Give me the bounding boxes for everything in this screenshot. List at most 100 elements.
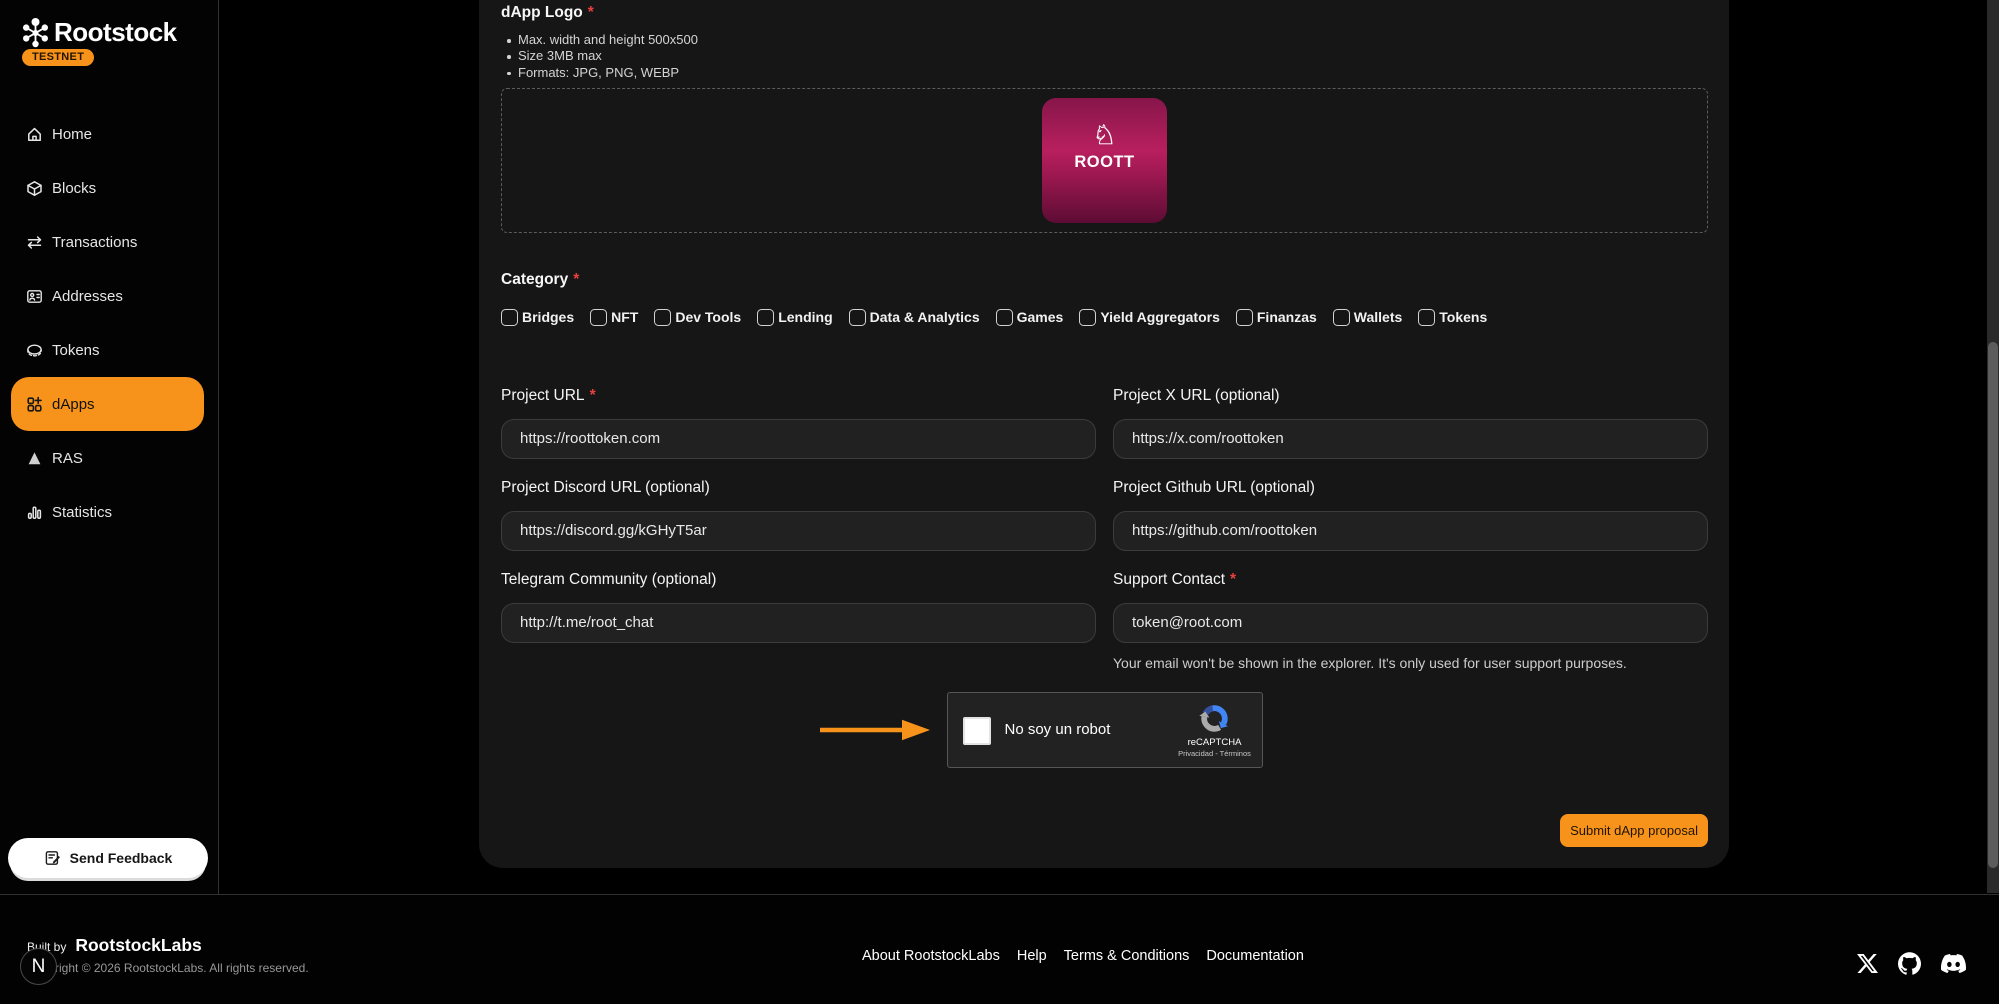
checkbox[interactable] [1079,309,1096,326]
category-option-lending[interactable]: Lending [757,309,832,326]
github-icon[interactable] [1898,952,1921,975]
addresses-icon [26,288,43,305]
submit-row: Submit dApp proposal [501,814,1708,847]
sidebar-item-label: Statistics [52,504,112,521]
dapp-logo-section: dApp Logo * Max. width and height 500x50… [501,4,1708,233]
send-feedback-label: Send Feedback [70,850,173,866]
project-github-url-input[interactable] [1113,511,1708,551]
knight-icon: ♘ [1092,122,1116,149]
dapps-icon [26,396,43,413]
scrollbar-track[interactable] [1987,0,1999,893]
submit-dapp-proposal-button[interactable]: Submit dApp proposal [1560,814,1708,847]
category-option-dev-tools[interactable]: Dev Tools [654,309,741,326]
tokens-icon [26,342,43,359]
sidebar-item-transactions[interactable]: Transactions [11,215,204,269]
checkbox[interactable] [849,309,866,326]
sidebar-item-label: dApps [52,396,95,413]
x-icon[interactable] [1857,953,1878,974]
project-discord-url-input[interactable] [501,511,1096,551]
checkbox[interactable] [1236,309,1253,326]
project-github-url-label: Project Github URL (optional) [1113,479,1708,496]
page: Rootstock TESTNET Home Blocks [0,0,1999,1004]
footer-brand-block: Built by RootstockLabs Copyright © 2026 … [27,935,309,975]
checkbox[interactable] [996,309,1013,326]
brand[interactable]: Rootstock [22,17,177,48]
telegram-community-field: Telegram Community (optional) [501,571,1096,672]
footer-social-icons [1857,951,1966,976]
sidebar-item-blocks[interactable]: Blocks [11,161,204,215]
sidebar-item-addresses[interactable]: Addresses [11,269,204,323]
footer-link-about[interactable]: About RootstockLabs [862,948,1000,964]
feedback-icon [44,849,62,867]
project-url-label: Project URL * [501,387,1096,404]
required-asterisk: * [573,271,579,288]
category-option-yield-aggregators[interactable]: Yield Aggregators [1079,309,1220,326]
project-github-url-field: Project Github URL (optional) [1113,479,1708,551]
checkbox[interactable] [757,309,774,326]
telegram-community-label: Telegram Community (optional) [501,571,1096,588]
checkbox-label: Finanzas [1257,309,1317,325]
checkbox-label: Games [1017,309,1064,325]
sidebar: Rootstock TESTNET Home Blocks [0,0,219,894]
sidebar-item-statistics[interactable]: Statistics [11,485,204,539]
footer-link-documentation[interactable]: Documentation [1206,948,1304,964]
nextjs-dev-badge[interactable]: N [20,948,57,985]
checkbox[interactable] [1418,309,1435,326]
dapp-logo-preview: ♘ ROOTT [1042,98,1167,223]
footer-link-terms[interactable]: Terms & Conditions [1064,948,1190,964]
sidebar-item-dapps[interactable]: dApps [11,377,204,431]
checkbox[interactable] [654,309,671,326]
category-option-wallets[interactable]: Wallets [1333,309,1403,326]
recaptcha-logo-icon [1198,702,1231,735]
checkbox-label: Yield Aggregators [1100,309,1220,325]
scrollbar-thumb[interactable] [1988,342,1998,868]
sidebar-item-home[interactable]: Home [11,107,204,161]
checkbox[interactable] [590,309,607,326]
field-label-text: Telegram Community (optional) [501,571,716,588]
copyright-text: Copyright © 2026 RootstockLabs. All righ… [27,961,309,975]
telegram-community-input[interactable] [501,603,1096,643]
sidebar-item-label: Transactions [52,234,137,251]
support-contact-note: Your email won't be shown in the explore… [1113,655,1708,672]
category-label: Category * [501,271,1708,288]
required-asterisk: * [1230,571,1236,588]
category-option-bridges[interactable]: Bridges [501,309,574,326]
project-url-input[interactable] [501,419,1096,459]
statistics-icon [26,504,43,521]
checkbox-label: NFT [611,309,638,325]
field-label-text: Support Contact [1113,571,1225,588]
project-x-url-field: Project X URL (optional) [1113,387,1708,459]
rootstocklabs-name[interactable]: RootstockLabs [75,935,201,956]
project-x-url-input[interactable] [1113,419,1708,459]
logo-upload-dropzone[interactable]: ♘ ROOTT [501,88,1708,233]
category-option-tokens[interactable]: Tokens [1418,309,1487,326]
send-feedback-button[interactable]: Send Feedback [8,838,208,878]
project-discord-url-field: Project Discord URL (optional) [501,479,1096,551]
required-asterisk: * [590,387,596,404]
dapp-logo-label: dApp Logo * [501,4,1708,21]
support-contact-input[interactable] [1113,603,1708,643]
sidebar-item-ras[interactable]: RAS [11,431,204,485]
category-option-games[interactable]: Games [996,309,1064,326]
recaptcha-brand-text: reCAPTCHA [1188,737,1242,748]
footer-link-help[interactable]: Help [1017,948,1047,964]
category-option-data-analytics[interactable]: Data & Analytics [849,309,980,326]
arrow-annotation-icon [820,719,930,741]
project-url-field: Project URL * [501,387,1096,459]
recaptcha-checkbox[interactable] [963,717,991,745]
checkbox[interactable] [1333,309,1350,326]
recaptcha-branding: reCAPTCHA Privacidad - Términos [1173,702,1257,758]
category-options: Bridges NFT Dev Tools Lending Data & Ana… [501,309,1708,326]
discord-icon[interactable] [1941,951,1966,976]
logo-requirement: Formats: JPG, PNG, WEBP [501,65,1708,81]
field-label-text: Project Discord URL (optional) [501,479,710,496]
project-x-url-label: Project X URL (optional) [1113,387,1708,404]
checkbox[interactable] [501,309,518,326]
field-label-text: Project Github URL (optional) [1113,479,1315,496]
category-option-finanzas[interactable]: Finanzas [1236,309,1317,326]
field-label-text: Project X URL (optional) [1113,387,1280,404]
recaptcha-privacy-terms[interactable]: Privacidad - Términos [1178,749,1251,758]
sidebar-item-tokens[interactable]: Tokens [11,323,204,377]
captcha-row: No soy un robot reCAPTCHA Privacidad - T… [501,692,1708,768]
category-option-nft[interactable]: NFT [590,309,638,326]
